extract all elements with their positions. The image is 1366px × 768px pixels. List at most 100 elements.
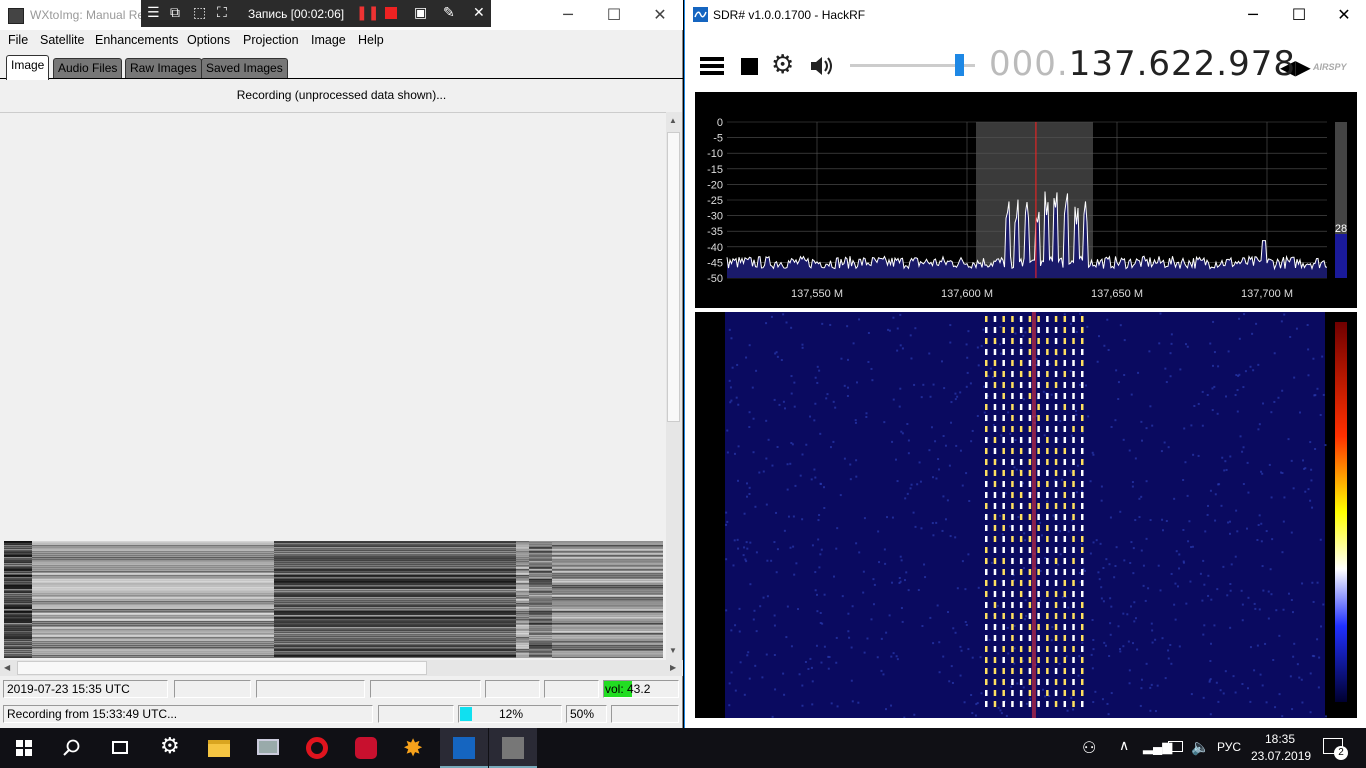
spectrum-chart[interactable]: 0-5-10-15-20-25-30-35-40-45-50137,550 M1…	[695, 92, 1357, 308]
waterfall-signal	[1011, 536, 1014, 542]
horizontal-scrollbar[interactable]: ◀ ▶	[0, 660, 683, 676]
waterfall-signal	[1037, 349, 1040, 355]
camera-icon[interactable]: ▣	[414, 5, 427, 22]
frequency-display[interactable]: 000.137.622.978	[989, 44, 1296, 84]
stop-icon[interactable]	[741, 58, 758, 75]
strip-line	[32, 553, 274, 555]
menu-file[interactable]: File	[8, 33, 28, 47]
menu-image[interactable]: Image	[311, 33, 346, 47]
waterfall-noise	[936, 604, 939, 607]
maximize-icon[interactable]: ☐	[591, 0, 637, 30]
waterfall-noise	[790, 375, 793, 378]
tab-audio-files[interactable]: Audio Files	[53, 58, 123, 78]
scroll-down-icon[interactable]: ▼	[669, 646, 677, 655]
pause-icon[interactable]: ❚❚	[356, 5, 379, 22]
menu-help[interactable]: Help	[358, 33, 384, 47]
waterfall-noise	[748, 677, 751, 680]
waterfall-noise	[1079, 312, 1082, 315]
vscroll-thumb[interactable]	[667, 132, 680, 422]
windows-icon[interactable]: ⧉	[170, 5, 180, 22]
spectrum-analyzer[interactable]: 0 -5 -10 -15 -20 -25 -30 -35 -40 -45 -50 137,550 M1…	[695, 92, 1357, 308]
people-icon[interactable]: ⚇	[1082, 738, 1096, 758]
region-icon[interactable]: ⬚	[193, 5, 206, 22]
waterfall-noise	[776, 355, 779, 358]
waterfall-noise	[1301, 701, 1304, 704]
gear-icon[interactable]: ⚙	[771, 50, 794, 80]
taskbar-app-red[interactable]	[342, 728, 390, 768]
menu-satellite[interactable]: Satellite	[40, 33, 84, 47]
stop-icon[interactable]	[385, 7, 397, 19]
waterfall-noise	[1267, 617, 1270, 620]
waterfall-signal	[1037, 591, 1040, 597]
waterfall-noise	[1241, 619, 1244, 622]
waterfall-display[interactable]	[695, 312, 1357, 719]
clock-date[interactable]: 23.07.2019	[1251, 749, 1311, 763]
strip-line	[516, 587, 529, 589]
waterfall-noise	[887, 328, 890, 331]
scroll-up-icon[interactable]: ▲	[669, 116, 677, 125]
taskbar-wxtoimg[interactable]	[489, 728, 537, 768]
menu-enhancements[interactable]: Enhancements	[95, 33, 178, 47]
menu-projection[interactable]: Projection	[243, 33, 299, 47]
waterfall-signal	[993, 624, 997, 630]
waterfall-noise	[1197, 402, 1200, 405]
close-icon[interactable]: ✕	[637, 0, 683, 30]
waterfall-signal	[1072, 690, 1075, 696]
search-button[interactable]	[48, 728, 96, 768]
fullscreen-icon[interactable]: ⛶	[217, 5, 227, 22]
waterfall-signal	[1037, 360, 1040, 366]
clock-time[interactable]: 18:35	[1251, 732, 1309, 746]
tab-raw-images[interactable]: Raw Images	[125, 58, 202, 78]
menu-options[interactable]: Options	[187, 33, 230, 47]
waterfall-noise	[976, 414, 979, 417]
battery-icon[interactable]	[1168, 741, 1183, 752]
strip-line	[529, 581, 552, 583]
hamburger-menu-icon[interactable]	[700, 57, 724, 61]
chevron-up-icon[interactable]: ∧	[1119, 737, 1129, 754]
waterfall-noise	[930, 426, 933, 429]
tab-saved-images[interactable]: Saved Images	[201, 58, 288, 78]
menu-icon[interactable]: ☰	[147, 5, 160, 22]
strip-line	[529, 599, 552, 601]
minimize-icon[interactable]: ─	[1230, 0, 1276, 30]
waterfall-noise	[1314, 394, 1317, 397]
taskbar-explorer[interactable]	[195, 728, 243, 768]
waterfall-noise	[726, 451, 729, 454]
waterfall-signal	[1063, 569, 1067, 575]
waterfall-signal	[1028, 690, 1032, 696]
waterfall-noise	[950, 665, 953, 668]
y-tick-label: -25	[707, 195, 723, 207]
maximize-icon[interactable]: ☐	[1276, 0, 1322, 30]
waterfall-noise	[865, 412, 868, 415]
waterfall-noise	[1320, 625, 1323, 628]
speaker-icon[interactable]	[809, 55, 835, 77]
input-language[interactable]: РУС	[1217, 740, 1241, 754]
waterfall-noise	[1084, 569, 1087, 572]
waterfall-signal	[993, 492, 997, 498]
taskbar-app-monitor[interactable]	[244, 728, 292, 768]
taskbar-app-burst[interactable]: ✸	[391, 728, 439, 768]
waterfall-signal	[993, 668, 997, 674]
volume-tray-icon[interactable]: 🔈	[1191, 738, 1210, 756]
waterfall-noise	[1113, 576, 1116, 579]
waterfall-chart[interactable]	[695, 312, 1357, 719]
taskbar-opera[interactable]	[293, 728, 341, 768]
scroll-right-icon[interactable]: ▶	[670, 663, 676, 672]
waterfall-noise	[1010, 685, 1013, 688]
pen-icon[interactable]: ✎	[443, 5, 455, 22]
tab-image[interactable]: Image	[6, 55, 50, 80]
taskbar-sdrsharp[interactable]	[440, 728, 488, 768]
close-recorder-icon[interactable]: ✕	[473, 5, 485, 22]
waterfall-noise	[797, 608, 800, 611]
minimize-icon[interactable]: ─	[545, 0, 591, 30]
vertical-scrollbar[interactable]: ▲ ▼	[666, 112, 682, 660]
waterfall-noise	[1133, 620, 1136, 623]
task-view-button[interactable]	[96, 728, 144, 768]
hscroll-thumb[interactable]	[17, 661, 427, 675]
volume-slider-thumb[interactable]	[955, 54, 964, 76]
waterfall-signal	[1063, 701, 1067, 707]
scroll-left-icon[interactable]: ◀	[4, 663, 10, 672]
close-icon[interactable]: ✕	[1321, 0, 1366, 30]
start-button[interactable]	[0, 728, 48, 768]
taskbar-settings[interactable]: ⚙	[146, 728, 194, 768]
